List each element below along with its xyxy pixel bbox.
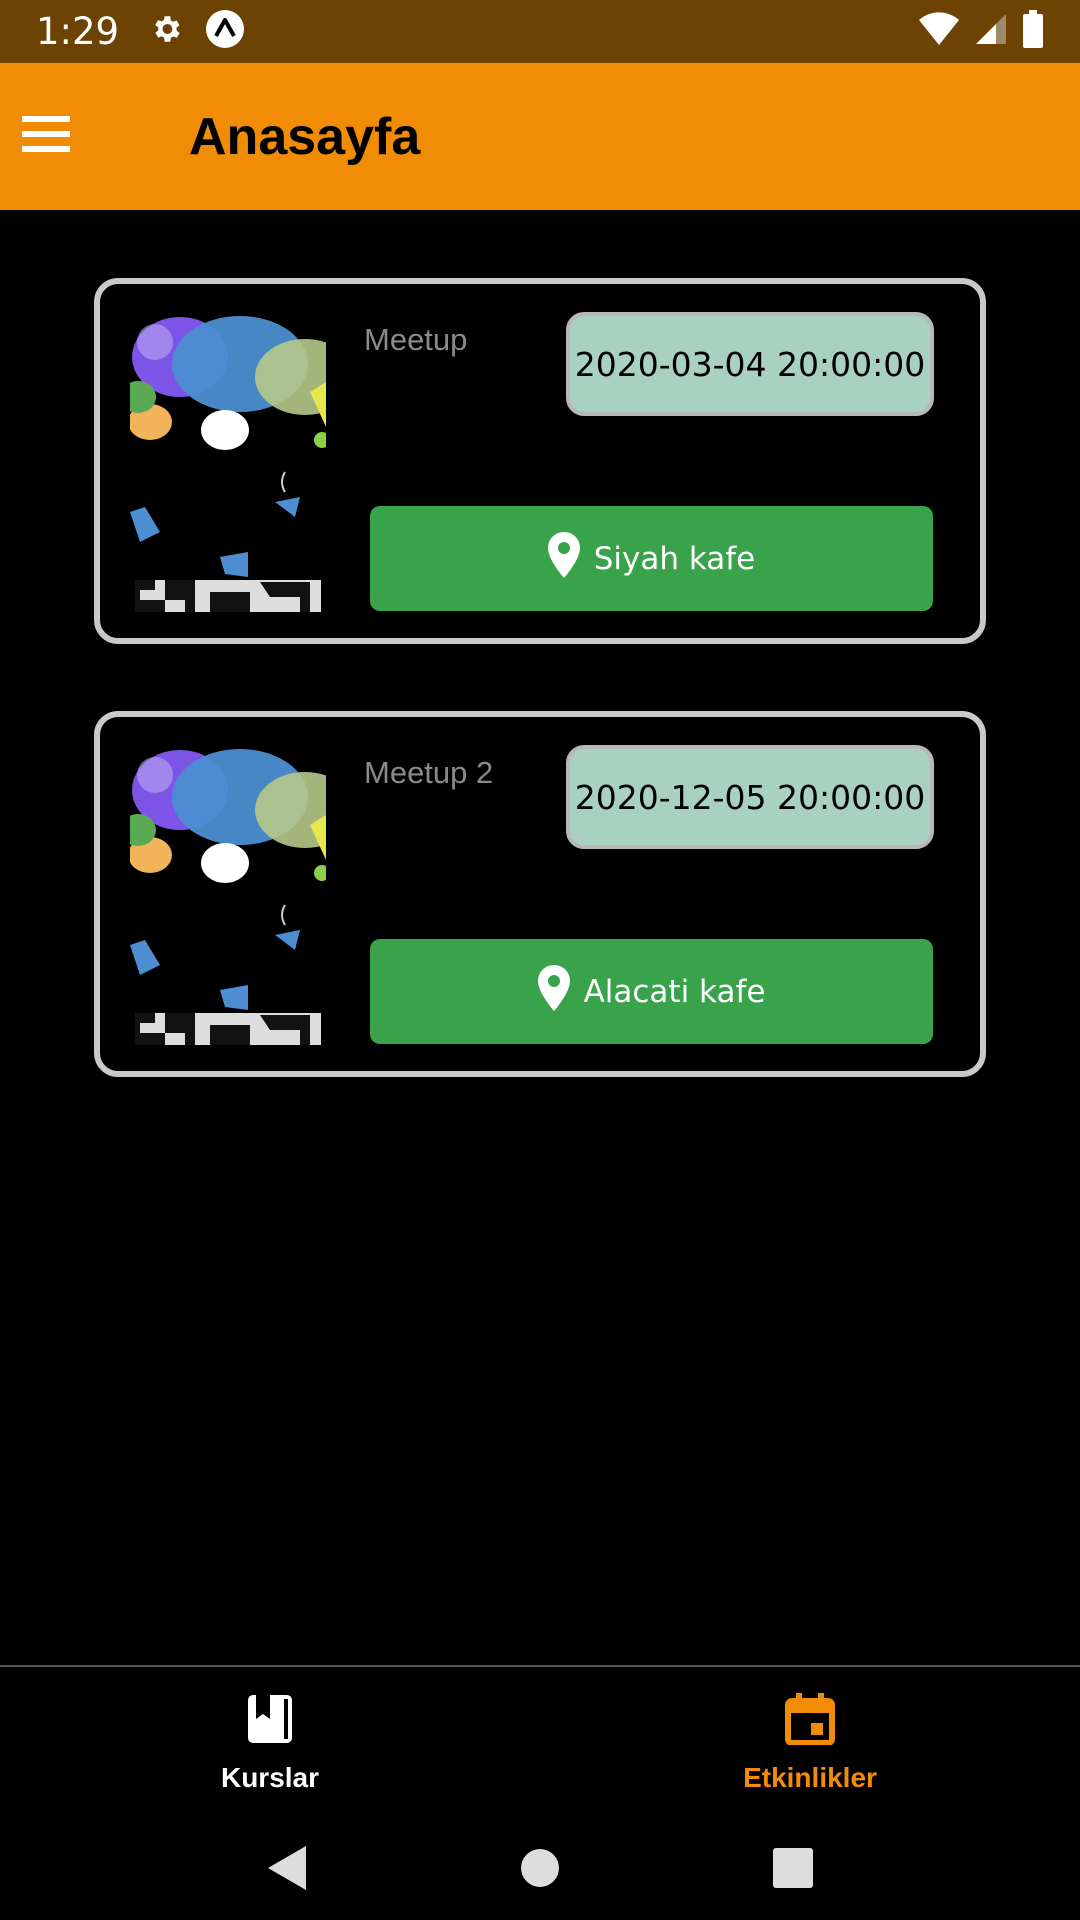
book-icon [244, 1693, 296, 1752]
app-bar: Anasayfa [0, 63, 1080, 210]
tab-label: Kurslar [220, 1762, 320, 1793]
bottom-navigation: Kurslar Etkinlikler [0, 1665, 1080, 1820]
status-time: 1:29 [36, 10, 120, 53]
event-name: Meetup 2 [364, 755, 494, 790]
location-label: Siyah kafe [593, 540, 756, 577]
event-card[interactable]: Meetup 2 2020-12-05 20:00:00 Alacati kaf… [94, 711, 986, 1077]
expo-icon [205, 9, 245, 54]
map-pin-icon [537, 964, 570, 1019]
tab-label: Etkinlikler [743, 1762, 877, 1793]
battery-icon [1022, 10, 1044, 53]
event-image [120, 312, 355, 618]
gear-icon [149, 12, 183, 51]
calendar-event-icon [784, 1693, 836, 1752]
cellular-signal-icon [974, 12, 1008, 51]
location-button[interactable]: Siyah kafe [370, 506, 933, 611]
tab-kurslar[interactable]: Kurslar [0, 1667, 540, 1820]
status-bar: 1:29 [0, 0, 1080, 63]
map-pin-icon [547, 531, 580, 586]
event-image [120, 745, 355, 1051]
recents-icon [772, 1847, 814, 1894]
event-name: Meetup [364, 322, 468, 357]
page-title: Anasayfa [189, 108, 421, 166]
location-button[interactable]: Alacati kafe [370, 939, 933, 1044]
recents-button[interactable] [753, 1830, 833, 1910]
status-right-icons [918, 10, 1044, 53]
home-button[interactable] [500, 1830, 580, 1910]
tab-etkinlikler[interactable]: Etkinlikler [540, 1667, 1080, 1820]
system-navigation-bar [0, 1820, 1080, 1920]
home-icon [520, 1848, 560, 1893]
status-left-icons [149, 9, 245, 54]
event-date-badge: 2020-12-05 20:00:00 [566, 745, 934, 849]
wifi-icon [918, 12, 960, 51]
hamburger-menu-icon [22, 114, 70, 159]
event-card[interactable]: Meetup 2020-03-04 20:00:00 Siyah kafe [94, 278, 986, 644]
event-date-badge: 2020-03-04 20:00:00 [566, 312, 934, 416]
location-label: Alacati kafe [583, 973, 766, 1010]
back-icon [266, 1844, 308, 1897]
back-button[interactable] [247, 1830, 327, 1910]
hamburger-menu-button[interactable] [0, 91, 92, 183]
